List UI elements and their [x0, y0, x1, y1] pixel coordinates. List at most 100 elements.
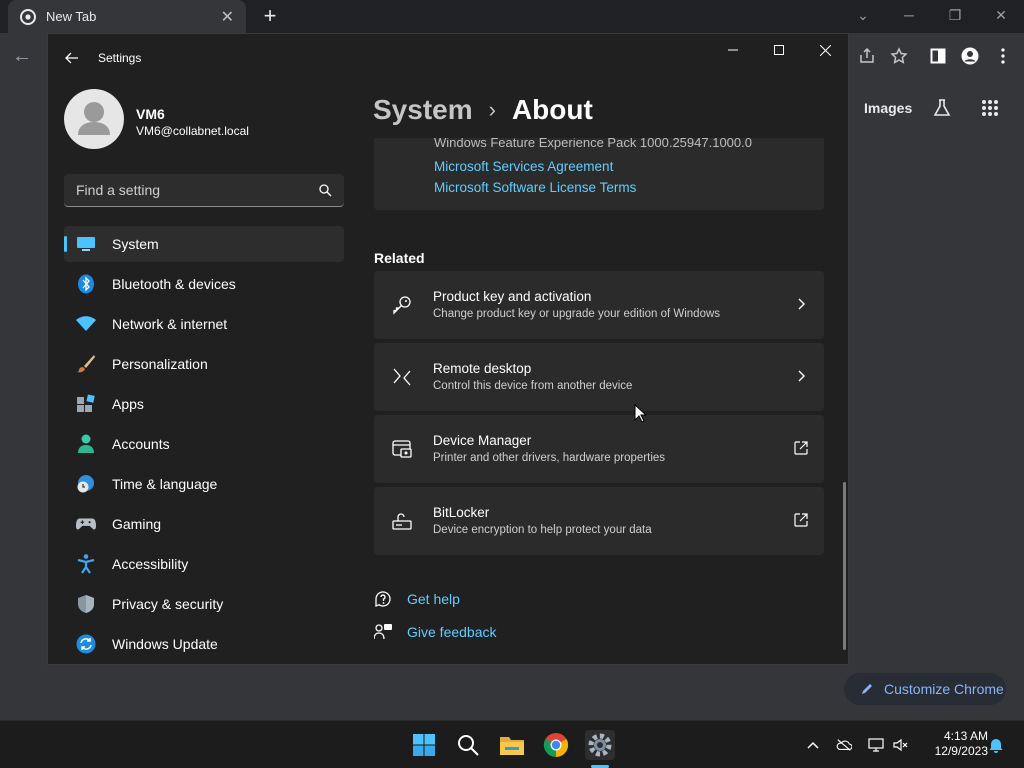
person-icon: [76, 434, 96, 454]
give-feedback-label: Give feedback: [407, 624, 497, 640]
related-heading: Related: [374, 250, 425, 266]
chrome-menu-icon[interactable]: [992, 45, 1014, 67]
title-bar: Settings: [48, 34, 848, 82]
gamepad-icon: [76, 514, 96, 534]
search-icon[interactable]: [453, 730, 483, 760]
settings-window: Settings VM6 VM6@collabnet.local System: [47, 33, 849, 665]
chrome-back-icon[interactable]: ←: [12, 45, 32, 68]
bitlocker-card[interactable]: BitLocker Device encryption to help prot…: [374, 487, 824, 555]
sidebar-item-windows-update[interactable]: Windows Update: [64, 626, 344, 662]
get-help-label: Get help: [407, 591, 460, 607]
sidebar-item-label: Apps: [112, 396, 144, 412]
give-feedback-link[interactable]: Give feedback: [374, 622, 497, 642]
search-icon[interactable]: [319, 184, 332, 197]
network-icon[interactable]: [868, 737, 884, 753]
content-scrollbar[interactable]: [843, 482, 846, 650]
sidebar-item-label: System: [112, 236, 159, 252]
find-setting-box: [64, 174, 344, 207]
related-card-desc: Device encryption to help protect your d…: [433, 524, 652, 536]
chrome-restore-button[interactable]: ❐: [932, 0, 978, 33]
new-tab-button[interactable]: +: [258, 4, 282, 28]
chevron-right-icon: [798, 298, 805, 310]
start-icon[interactable]: [409, 730, 439, 760]
clock-date: 12/9/2023: [934, 744, 988, 758]
sidebar-item-apps[interactable]: Apps: [64, 386, 344, 422]
related-card-title: Device Manager: [433, 433, 532, 448]
minimize-button[interactable]: [710, 34, 756, 66]
sidebar-item-label: Gaming: [112, 516, 162, 532]
clock-time: 4:13 AM: [943, 729, 988, 743]
side-panel-icon[interactable]: [927, 45, 949, 67]
breadcrumb-separator: ›: [488, 97, 496, 122]
breadcrumb-parent[interactable]: System: [373, 94, 473, 126]
google-apps-icon[interactable]: [979, 97, 1001, 119]
customize-chrome-label: Customize Chrome: [884, 681, 1004, 697]
product-key-card[interactable]: Product key and activation Change produc…: [374, 271, 824, 339]
chrome-minimize-button[interactable]: ─: [886, 0, 932, 33]
person-avatar-icon: [78, 102, 110, 135]
cloud-off-icon[interactable]: [836, 737, 852, 753]
avatar[interactable]: [64, 89, 124, 149]
close-button[interactable]: [802, 34, 848, 66]
mouse-cursor-icon: [634, 404, 646, 423]
services-agreement-link[interactable]: Microsoft Services Agreement: [434, 159, 613, 174]
sidebar-item-system[interactable]: System: [64, 226, 344, 262]
chrome-icon[interactable]: [541, 730, 571, 760]
sidebar-item-label: Accounts: [112, 436, 170, 452]
notification-bell-icon[interactable]: [988, 737, 1004, 753]
bluetooth-icon: [76, 274, 96, 294]
chrome-close-button[interactable]: ✕: [978, 0, 1024, 33]
sidebar-item-network[interactable]: Network & internet: [64, 306, 344, 342]
bitlocker-icon: [392, 513, 412, 530]
remote-desktop-card[interactable]: Remote desktop Control this device from …: [374, 343, 824, 411]
volume-muted-icon[interactable]: [893, 737, 909, 753]
sidebar-item-personalization[interactable]: Personalization: [64, 346, 344, 382]
experience-pack-text: Windows Feature Experience Pack 1000.259…: [434, 138, 752, 150]
wifi-icon: [76, 314, 96, 334]
search-input[interactable]: [64, 174, 314, 206]
customize-chrome-button[interactable]: Customize Chrome: [844, 673, 1006, 705]
sidebar-item-label: Windows Update: [112, 636, 218, 652]
device-manager-card[interactable]: Device Manager Printer and other drivers…: [374, 415, 824, 483]
labs-flask-icon[interactable]: [931, 97, 953, 119]
sidebar-item-time-language[interactable]: Time & language: [64, 466, 344, 502]
sidebar-item-accessibility[interactable]: Accessibility: [64, 546, 344, 582]
related-card-desc: Printer and other drivers, hardware prop…: [433, 452, 666, 464]
sidebar-item-label: Personalization: [112, 356, 208, 372]
sidebar-item-accounts[interactable]: Accounts: [64, 426, 344, 462]
back-arrow-icon[interactable]: [64, 50, 80, 66]
key-icon: [393, 296, 411, 315]
sidebar-item-label: Bluetooth & devices: [112, 276, 236, 292]
maximize-button[interactable]: [756, 34, 802, 66]
chevron-right-icon: [798, 370, 805, 382]
related-card-desc: Change product key or upgrade your editi…: [433, 308, 721, 320]
sidebar-item-gaming[interactable]: Gaming: [64, 506, 344, 542]
sidebar-item-label: Time & language: [112, 476, 218, 492]
chrome-tab[interactable]: New Tab ✕: [8, 0, 246, 33]
profile-icon[interactable]: [959, 45, 981, 67]
window-title: Settings: [98, 51, 142, 65]
profile-email: VM6@collabnet.local: [136, 124, 249, 138]
system-icon: [76, 234, 96, 254]
globe-clock-icon: [76, 474, 96, 494]
sidebar-item-label: Privacy & security: [112, 596, 224, 612]
chevron-up-icon[interactable]: [805, 737, 821, 753]
pencil-icon: [862, 684, 872, 694]
page-title: About: [511, 94, 593, 125]
related-card-title: Remote desktop: [433, 361, 532, 376]
tab-close-icon[interactable]: ✕: [221, 7, 234, 27]
sidebar-item-bluetooth[interactable]: Bluetooth & devices: [64, 266, 344, 302]
remote-desktop-icon: [393, 368, 411, 386]
file-explorer-icon[interactable]: [497, 730, 527, 760]
license-terms-link[interactable]: Microsoft Software License Terms: [434, 180, 636, 195]
get-help-link[interactable]: Get help: [374, 589, 460, 609]
share-icon[interactable]: [856, 45, 878, 67]
ntp-images-link[interactable]: Images: [864, 100, 912, 116]
tab-search-icon[interactable]: ⌄: [840, 0, 886, 33]
sidebar-item-label: Accessibility: [112, 556, 189, 572]
breadcrumb: System › About: [373, 90, 593, 130]
settings-icon[interactable]: [585, 730, 615, 760]
clock[interactable]: 4:13 AM 12/9/2023: [918, 729, 988, 759]
bookmark-star-icon[interactable]: [888, 45, 910, 67]
sidebar-item-privacy[interactable]: Privacy & security: [64, 586, 344, 622]
